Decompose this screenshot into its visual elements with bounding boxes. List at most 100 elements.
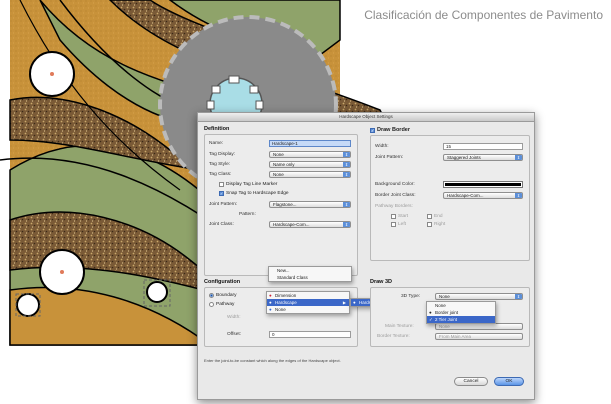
- tag-style-label: Tag Style:: [209, 162, 231, 167]
- snap-tag-checkbox[interactable]: ✓ Snap Tag to Hardscape Edge: [219, 191, 289, 196]
- draw-3d-section-title: Draw 3D: [370, 279, 393, 285]
- display-tag-line-marker-label: Display Tag Line Marker: [226, 182, 278, 187]
- 3d-type-label: 3D Type:: [401, 294, 421, 299]
- name-field[interactable]: Hardscape-1: [269, 140, 351, 147]
- tag-style-popup[interactable]: Name only ⇕: [269, 161, 351, 168]
- radio-dot: [209, 293, 214, 298]
- main-texture-popup[interactable]: None: [435, 323, 523, 330]
- joint-pattern-label: Joint Pattern:: [209, 202, 238, 207]
- pattern-label: Pattern:: [239, 212, 256, 217]
- tag-display-value: None: [273, 152, 284, 157]
- checkbox-box: [219, 182, 224, 187]
- chevron-updown-icon: ⇕: [343, 202, 350, 207]
- checkbox-box: [391, 214, 396, 219]
- chevron-updown-icon: ⇕: [343, 172, 350, 177]
- draw-border-frame: Width: 15 Joint Pattern: Staggered Joint…: [370, 135, 530, 261]
- background-color-label: Background Color:: [375, 182, 415, 187]
- class-marker-icon: ●: [269, 300, 272, 305]
- joint-class-value: Hardscape-Com...: [273, 222, 310, 227]
- border-joint-class-label: Border Joint Class:: [375, 193, 416, 198]
- start-label: Start: [398, 214, 409, 219]
- boundary-label: Boundary: [216, 293, 237, 298]
- border-joint-class-popup[interactable]: Hardscape-Com... ⇕: [443, 192, 523, 199]
- chevron-updown-icon: ⇕: [343, 222, 350, 227]
- draw-border-label: Draw Border: [377, 127, 411, 133]
- selected-check-icon: ●: [429, 310, 432, 315]
- border-texture-popup[interactable]: From Main Area: [435, 333, 523, 340]
- checkbox-box: [427, 214, 432, 219]
- checkmark-icon: ✓: [370, 127, 375, 133]
- joint-class-popup[interactable]: Hardscape-Com... ⇕: [269, 221, 351, 228]
- menu-item-standard-class[interactable]: Standard Class: [269, 274, 351, 281]
- menu-item-border-joint[interactable]: ● Border joint: [427, 309, 495, 316]
- draw-border-checkbox[interactable]: ✓ Draw Border: [370, 127, 410, 133]
- background-color-swatch[interactable]: [443, 181, 523, 188]
- 3d-type-menu: None ● Border joint ✓ 2 Tier Joint: [426, 301, 496, 324]
- menu-item-two-tier-joint[interactable]: ✓ 2 Tier Joint: [427, 316, 495, 323]
- status-hint: Enter the joint-to-be constant which alo…: [204, 358, 341, 363]
- border-texture-label: Border Texture:: [377, 334, 410, 339]
- chevron-updown-icon: ⇕: [515, 294, 522, 299]
- page-title: Clasificación de Componentes de Paviment…: [364, 8, 603, 22]
- chevron-updown-icon: ⇕: [515, 193, 522, 198]
- class-menu: ● Dimension ● Hardscape ▶ ● None: [266, 291, 350, 314]
- tag-style-value: Name only: [273, 162, 295, 167]
- border-joint-pattern-label: Joint Pattern:: [375, 155, 404, 160]
- menu-item-two-tier-joint-label: 2 Tier Joint: [435, 317, 458, 322]
- border-joint-class-value: Hardscape-Com...: [447, 193, 484, 198]
- joint-class-label: Joint Class:: [209, 222, 234, 227]
- start-checkbox[interactable]: Start: [391, 214, 408, 219]
- right-checkbox[interactable]: Right: [427, 222, 445, 227]
- joint-pattern-value: Flagstone...: [273, 202, 297, 207]
- class-marker-icon: ●: [269, 293, 272, 298]
- left-label: Left: [398, 222, 407, 227]
- menu-item-type-none[interactable]: None: [427, 302, 495, 309]
- end-checkbox[interactable]: End: [427, 214, 443, 219]
- chevron-updown-icon: ⇕: [343, 152, 350, 157]
- pathway-radio[interactable]: Pathway: [209, 302, 234, 307]
- tag-display-label: Tag Display:: [209, 152, 236, 157]
- tag-class-value: None: [273, 172, 284, 177]
- tag-class-popup[interactable]: None ⇕: [269, 171, 351, 178]
- offset-field[interactable]: 0: [269, 331, 351, 338]
- boundary-radio[interactable]: Boundary: [209, 293, 237, 298]
- border-width-field[interactable]: 15: [443, 143, 523, 150]
- pathway-borders-label: Pathway Borders:: [375, 204, 413, 209]
- checkmark-icon: ✓: [219, 191, 224, 196]
- snap-tag-label: Snap Tag to Hardscape Edge: [226, 191, 289, 196]
- definition-section-title: Definition: [204, 126, 230, 132]
- pathway-label: Pathway: [216, 302, 235, 307]
- definition-frame: Name: Hardscape-1 Tag Display: None ⇕ Tag…: [204, 134, 358, 276]
- configuration-section-title: Configuration: [204, 279, 241, 285]
- chevron-updown-icon: ⇕: [343, 162, 350, 167]
- joint-pattern-popup[interactable]: Flagstone... ⇕: [269, 201, 351, 208]
- color-fill: [445, 183, 521, 186]
- main-texture-value: None: [439, 324, 450, 329]
- border-joint-pattern-popup[interactable]: Staggered Joints ⇕: [443, 154, 523, 161]
- border-joint-pattern-value: Staggered Joints: [447, 155, 481, 160]
- left-checkbox[interactable]: Left: [391, 222, 406, 227]
- 3d-type-popup[interactable]: None ⇕: [435, 293, 523, 300]
- ok-button[interactable]: OK: [494, 377, 524, 386]
- menu-item-none[interactable]: ● None: [267, 306, 349, 313]
- right-label: Right: [434, 222, 446, 227]
- main-texture-label: Main Texture:: [385, 324, 414, 329]
- 3d-type-value: None: [439, 294, 450, 299]
- menu-item-dimension[interactable]: ● Dimension: [267, 292, 349, 299]
- display-tag-line-marker-checkbox[interactable]: Display Tag Line Marker: [219, 182, 277, 187]
- menu-item-border-joint-label: Border joint: [435, 310, 459, 315]
- offset-label: Offset:: [227, 332, 242, 337]
- hardscape-settings-dialog: Hardscape Object Settings Definition Nam…: [197, 112, 535, 400]
- checkbox-box: [427, 222, 432, 227]
- cancel-button[interactable]: Cancel: [454, 377, 488, 386]
- width-label: Width:: [227, 315, 241, 320]
- joint-class-menu: New... Standard Class: [268, 266, 352, 282]
- tag-display-popup[interactable]: None ⇕: [269, 151, 351, 158]
- dialog-titlebar: Hardscape Object Settings: [198, 113, 534, 122]
- menu-item-new[interactable]: New...: [269, 267, 351, 274]
- class-marker-icon: ●: [269, 307, 272, 312]
- selected-check-icon: ✓: [429, 317, 433, 322]
- border-width-label: Width:: [375, 144, 389, 149]
- name-label: Name:: [209, 141, 224, 146]
- menu-item-hardscape[interactable]: ● Hardscape ▶: [267, 299, 349, 306]
